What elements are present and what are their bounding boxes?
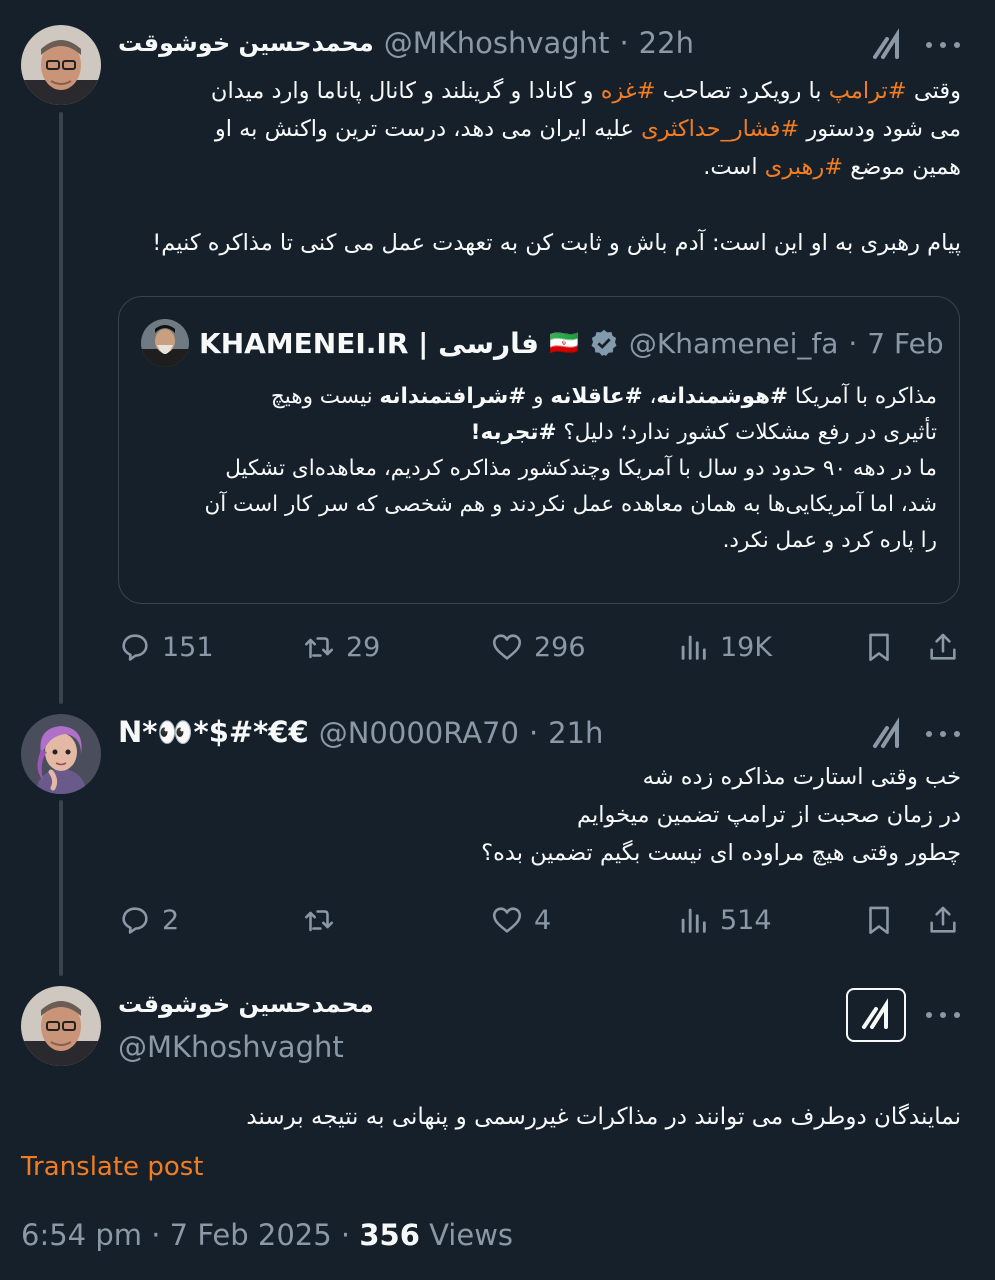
grok-icon[interactable] [869,716,905,752]
avatar[interactable] [21,986,101,1066]
thread-line [59,112,63,704]
author-name[interactable]: N*👀*$#*€€ [118,715,309,750]
retweet-count: 29 [346,631,381,663]
hashtag-link[interactable]: #تجربه! [471,420,557,445]
hashtag-link[interactable]: #عاقلانه [550,384,642,409]
author-handle[interactable]: @MKhoshvaght [384,26,610,60]
author-name[interactable]: محمدحسین خوشوقت [118,29,374,57]
author-handle[interactable]: @MKhoshvaght [118,1030,344,1064]
views-label: Views [419,1218,514,1252]
tweet-time[interactable]: 21h [548,716,603,750]
author-handle[interactable]: @N0000RA70 [319,716,519,750]
like-button[interactable]: 4 [490,903,551,937]
heart-icon [492,634,522,660]
bookmark-icon [869,906,889,935]
bookmark-icon [869,633,889,662]
flag-icon: 🇮🇷 [548,329,579,357]
quoted-tweet[interactable]: KHAMENEI.IR | فارسی 🇮🇷 @Khamenei_fa · 7 … [118,296,960,604]
hashtag-link[interactable]: #غزه [601,78,656,104]
views-icon [681,908,706,933]
grok-button[interactable] [846,988,906,1042]
tweet-text: نمایندگان دوطرف می توانند در مذاکرات غیر… [246,1104,961,1130]
tweet-actions: 151 29 296 19K [118,630,960,670]
heart-icon [492,907,522,933]
share-button[interactable] [926,903,960,937]
reply-button[interactable]: 151 [118,630,214,664]
like-button[interactable]: 296 [490,630,586,664]
bookmark-button[interactable] [862,630,896,664]
quote-header: KHAMENEI.IR | فارسی 🇮🇷 @Khamenei_fa · 7 … [141,319,944,367]
share-icon [930,633,956,660]
tweet-header: N*👀*$#*€€ @N0000RA70 · 21h [118,715,604,750]
tweet-timestamp[interactable]: 6:54 pm · 7 Feb 2025 · [21,1218,359,1252]
reply-icon [122,907,148,934]
quote-text: مذاکره با آمریکا #هوشمندانه، #عاقلانه و … [204,384,937,553]
grok-icon [862,998,888,1029]
retweet-icon [304,910,334,932]
views-button[interactable]: 19K [676,630,772,664]
quote-handle[interactable]: @Khamenei_fa [629,327,839,360]
views-icon [681,635,706,660]
retweet-icon [304,637,334,659]
like-count: 296 [534,631,586,663]
hashtag-link[interactable]: #رهبری [765,154,843,180]
share-icon [930,906,956,933]
retweet-button[interactable]: 29 [302,630,380,664]
retweet-button[interactable] [302,903,336,937]
reply-icon [122,634,148,661]
tweet-meta: 6:54 pm · 7 Feb 2025 · 356 Views [21,1218,513,1252]
quote-time[interactable]: 7 Feb [867,327,943,360]
quote-avatar [141,319,189,367]
views-button[interactable]: 514 [676,903,772,937]
tweet-time[interactable]: 22h [639,26,694,60]
verified-icon [591,329,617,356]
bookmark-button[interactable] [862,903,896,937]
tweet-actions: 2 4 514 [118,903,960,943]
tweet-header: محمدحسین خوشوقت @MKhoshvaght · 22h [118,26,694,60]
more-icon[interactable] [926,1010,960,1020]
hashtag-link[interactable]: #هوشمندانه [656,384,788,409]
author-name[interactable]: محمدحسین خوشوقت [118,990,374,1018]
views-count: 514 [720,904,772,936]
more-icon[interactable] [926,729,960,739]
like-count: 4 [534,904,552,936]
hashtag-link[interactable]: #فشار_حداکثری [641,116,799,142]
hashtag-link[interactable]: #ترامپ [829,78,907,104]
hashtag-link[interactable]: #شرافتمندانه [379,384,526,409]
avatar[interactable] [21,714,101,794]
translate-post-link[interactable]: Translate post [21,1152,203,1182]
reply-count: 2 [162,904,180,936]
reply-count: 151 [162,631,214,663]
reply-button[interactable]: 2 [118,903,179,937]
tweet-text: خب وقتی استارت مذاکره زده شه در زمان صحب… [481,764,961,866]
separator-dot: · [619,26,629,60]
grok-icon[interactable] [869,27,905,63]
views-count: 356 [359,1218,420,1252]
thread-line [59,800,63,976]
views-count: 19K [720,631,773,663]
quote-author-name[interactable]: KHAMENEI.IR | فارسی [199,327,539,360]
share-button[interactable] [926,630,960,664]
more-icon[interactable] [926,40,960,50]
avatar[interactable] [21,25,101,105]
tweet-text: وقتی #ترامپ با رویکرد تصاحب #غزه و کاناد… [152,78,961,256]
